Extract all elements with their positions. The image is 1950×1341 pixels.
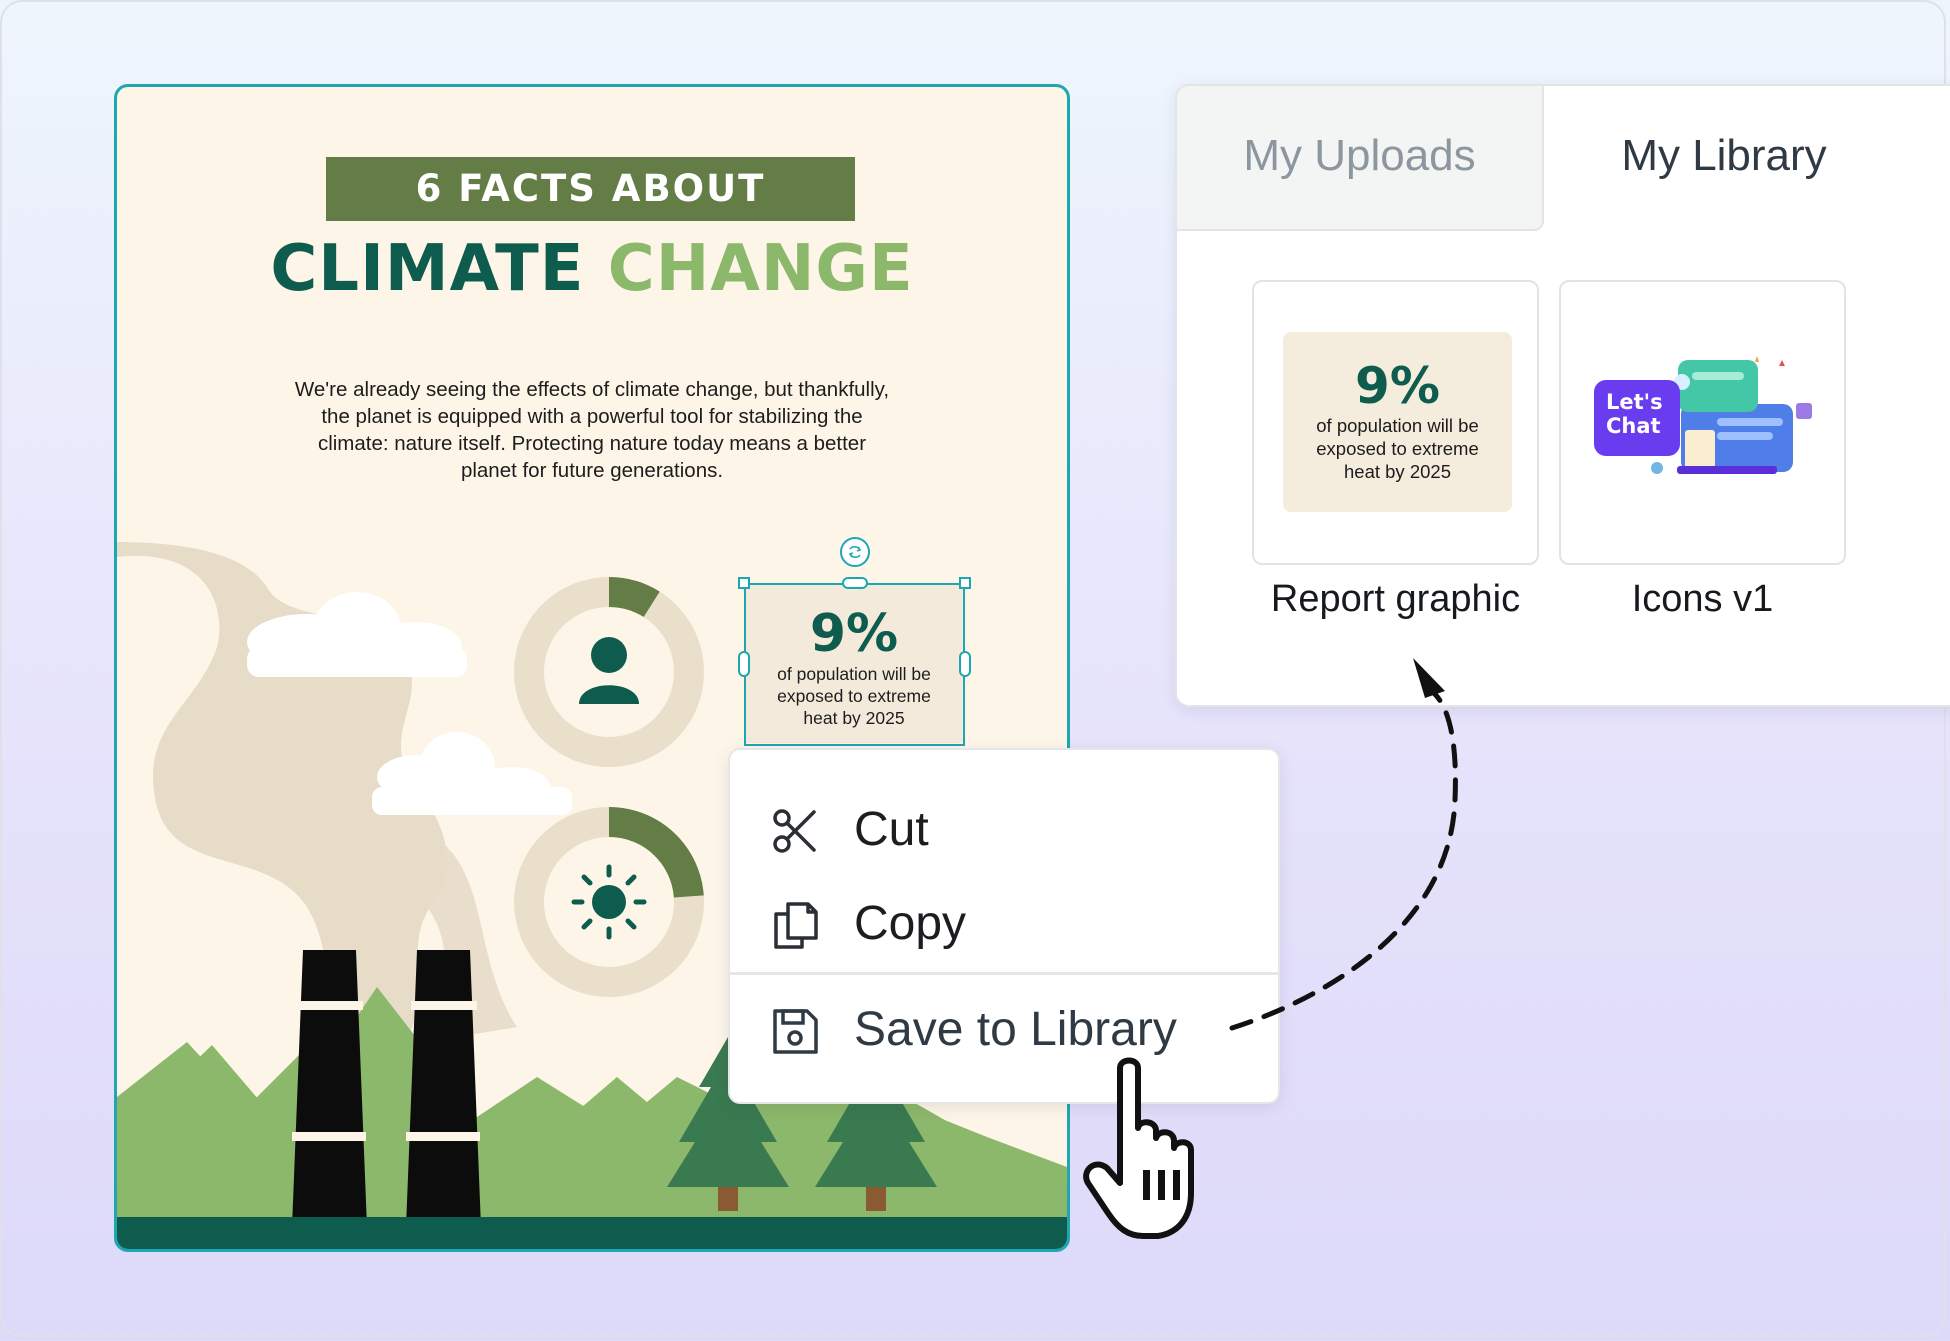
copy-icon [774,902,818,949]
context-menu: Cut Copy Save to Library [728,748,1280,1104]
sun-icon [571,864,647,940]
thumb-caption-line: of population will be [1316,415,1479,436]
lets-chat-badge: Let's Chat [1594,380,1680,456]
intro-paragraph[interactable]: We're already seeing the effects of clim… [227,376,957,484]
menu-item-label: Save to Library [854,1003,1177,1056]
message-bubble-icon [1678,360,1758,412]
smokestack-shape [406,950,481,1227]
library-item-label[interactable]: Icons v1 [1559,578,1846,621]
intro-line: We're already seeing the effects of clim… [294,378,890,401]
thumb-caption-line: exposed to extreme [1316,438,1479,459]
resize-handle-top-left[interactable] [738,577,750,589]
intro-line: climate: nature itself. Protecting natur… [317,432,867,455]
smokestack-shape [292,950,367,1227]
stat-caption-line: exposed to extreme [777,686,931,706]
facts-banner[interactable]: 6 FACTS ABOUT [326,157,855,221]
report-graphic-thumbnail: 9% of population will be exposed to extr… [1283,332,1512,512]
menu-item-label: Copy [854,897,967,950]
intro-line: planet for future generations. [460,459,724,482]
library-panel: My Uploads My Library 9% of population w… [1175,84,1950,707]
selected-stat-element[interactable]: 9% of population will be exposed to extr… [744,583,964,743]
floppy-disk-icon [773,1009,818,1054]
intro-line: the planet is equipped with a powerful t… [321,405,863,428]
resize-handle-left[interactable] [738,651,750,677]
headline-word-climate: CLIMATE [270,232,585,306]
menu-item-copy[interactable]: Copy [730,880,1278,968]
stat-value: 9% [809,604,899,664]
chat-text-line: Let's [1606,390,1663,414]
note-card-icon [1685,430,1715,468]
thumb-stat-value: 9% [1355,357,1440,415]
menu-divider [730,972,1278,975]
headline[interactable]: CLIMATE CHANGE [117,224,1067,314]
library-item-report-graphic[interactable]: 9% of population will be exposed to extr… [1252,280,1539,565]
ground-strip [117,1217,1067,1249]
resize-handle-right[interactable] [959,651,971,677]
library-item-icons-v1[interactable]: Let's Chat [1559,280,1846,565]
menu-item-cut[interactable]: Cut [730,786,1278,874]
stat-caption-line: heat by 2025 [803,708,905,728]
resize-handle-top[interactable] [842,577,868,589]
library-item-label[interactable]: Report graphic [1252,578,1539,621]
rotate-icon [848,545,862,559]
rotate-handle[interactable] [840,537,870,567]
menu-item-save-to-library[interactable]: Save to Library [730,986,1278,1074]
chat-text-line: Chat [1606,414,1661,438]
stat-caption-line: of population will be [777,664,931,684]
headline-word-change: CHANGE [607,232,914,306]
tab-my-library[interactable]: My Library [1544,86,1904,231]
scissors-icon [773,809,816,853]
menu-item-label: Cut [854,803,929,856]
resize-handle-top-right[interactable] [959,577,971,589]
cloud-shape [372,732,572,815]
thumb-caption-line: heat by 2025 [1344,461,1451,482]
tab-my-uploads[interactable]: My Uploads [1177,86,1544,231]
